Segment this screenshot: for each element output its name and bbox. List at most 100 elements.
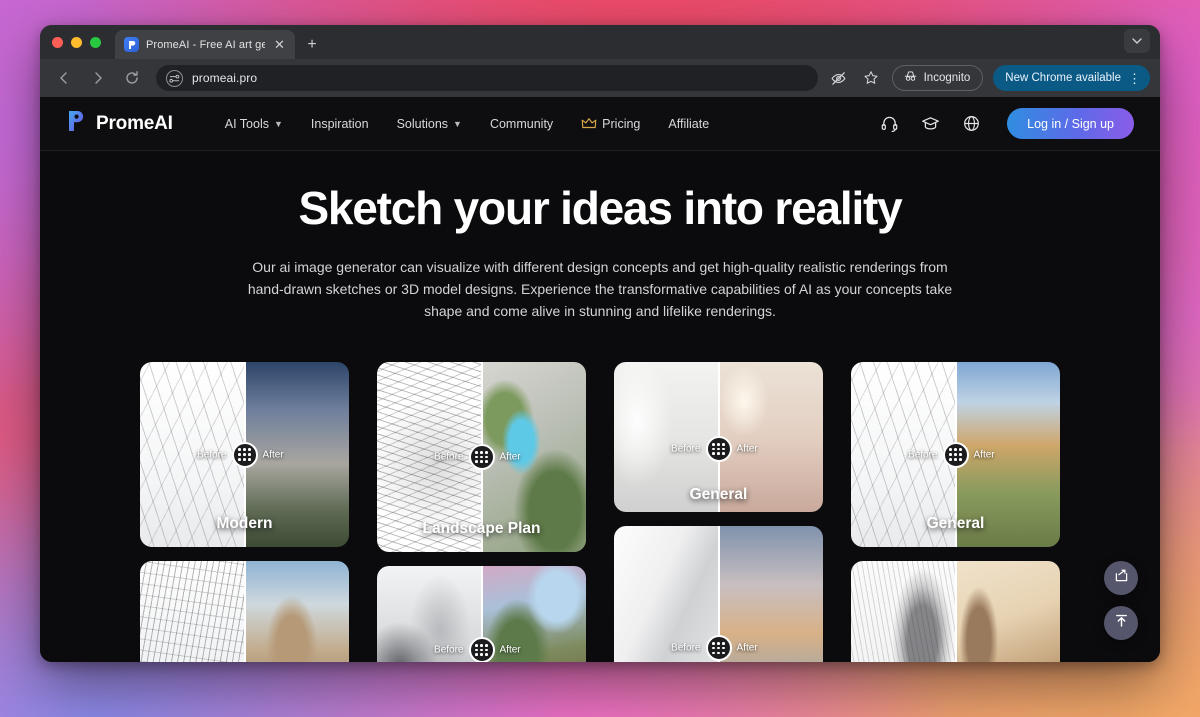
kebab-menu-icon[interactable]: ⋮ [1128,72,1141,85]
plus-icon[interactable]: + [299,30,325,59]
after-image [955,561,1060,662]
tune-icon[interactable] [166,69,183,87]
gallery-column: Before After General Before After [614,362,823,662]
before-image [377,566,482,662]
after-label: After [262,449,284,460]
star-icon[interactable] [860,67,882,89]
graduation-cap-icon[interactable] [921,114,940,133]
drag-handle-grid-icon[interactable] [468,637,495,662]
after-label: After [499,451,521,463]
nav-label: AI Tools [224,116,269,131]
nav-item-ai-tools[interactable]: AI Tools ▼ [225,117,283,131]
incognito-label: Incognito [923,72,971,84]
after-image [718,526,823,662]
before-label: Before [671,642,701,654]
after-label: After [736,443,758,455]
share-button[interactable] [1104,561,1138,595]
forward-arrow-icon[interactable] [86,66,110,90]
eye-slash-icon[interactable] [828,67,850,89]
site-navbar: PromeAI AI Tools ▼ Inspiration Solutions… [40,97,1160,151]
login-signup-button[interactable]: Log in / Sign up [1007,108,1134,139]
chrome-update-button[interactable]: New Chrome available ⋮ [993,65,1150,91]
after-label: After [736,642,758,654]
drag-handle-grid-icon[interactable] [705,436,732,462]
showcase-card-pirate[interactable]: Before After [140,561,349,662]
nav-label: Solutions [396,116,449,131]
before-label: Before [671,443,701,455]
back-arrow-icon[interactable] [52,66,76,90]
comparison-divider [954,561,957,662]
scroll-to-top-button[interactable] [1104,606,1138,640]
window-controls [52,25,115,59]
incognito-hat-icon [903,69,918,87]
showcase-card-house[interactable]: Before After [614,526,823,662]
arrow-up-icon [1113,612,1130,634]
browser-toolbar: promeai.pro Incognito New Chrome availab… [40,59,1160,97]
showcase-card-modern[interactable]: Before After Modern [140,362,349,547]
maximize-window-button[interactable] [90,36,101,48]
before-label: Before [197,449,227,460]
showcase-card-fashion-model[interactable] [851,561,1060,662]
nav-label: Community [489,116,554,131]
chevron-down-icon[interactable] [1124,29,1150,53]
web-page-content: PromeAI AI Tools ▼ Inspiration Solutions… [40,97,1160,662]
hero-subtitle: Our ai image generator can visualize wit… [247,258,953,319]
drag-handle-grid-icon[interactable] [705,635,732,662]
promeai-favicon-icon [124,37,139,52]
nav-label: Affiliate [668,116,710,131]
nav-item-community[interactable]: Community [490,117,553,131]
promeai-logo-icon [64,109,88,138]
hero-section: Sketch your ideas into reality Our ai im… [40,151,1160,326]
browser-tab-title: PromeAI - Free AI art generat [146,38,265,51]
card-title: General [926,515,985,532]
drag-handle-grid-icon[interactable] [231,441,258,468]
minimize-window-button[interactable] [71,36,82,48]
before-label: Before [908,449,938,460]
browser-window: PromeAI - Free AI art generat ✕ + [40,25,1160,662]
after-image [481,566,586,662]
globe-language-icon[interactable] [962,114,981,133]
gallery-column: Before After Landscape Plan Before After [377,362,586,662]
reload-icon[interactable] [120,66,144,90]
browser-tab-strip: PromeAI - Free AI art generat ✕ + [40,25,1160,59]
gallery-column: Before After Modern Before After [140,362,349,662]
brand-name: PromeAI [96,112,173,134]
nav-item-pricing[interactable]: Pricing [581,117,640,131]
address-bar[interactable]: promeai.pro [156,65,818,91]
site-nav-actions: Log in / Sign up [880,108,1134,139]
browser-tab-active[interactable]: PromeAI - Free AI art generat ✕ [115,30,295,59]
chrome-update-label: New Chrome available [1005,72,1121,84]
floating-action-buttons [1104,561,1138,640]
before-image [140,561,245,662]
showcase-card-game-scene-design[interactable]: Before After Game Scene Design [377,566,586,662]
after-label: After [499,644,521,656]
card-title: Modern [216,515,273,532]
share-icon [1113,567,1130,589]
close-window-button[interactable] [52,36,63,48]
incognito-indicator[interactable]: Incognito [891,65,984,91]
site-nav-links: AI Tools ▼ Inspiration Solutions ▼ Commu… [225,117,709,131]
comparison-divider [243,561,246,662]
drag-handle-grid-icon[interactable] [468,444,495,470]
showcase-card-general-building[interactable]: Before After General [851,362,1060,547]
before-label: Before [434,644,464,656]
drag-handle-grid-icon[interactable] [942,441,969,468]
crown-icon [581,117,597,130]
nav-label: Inspiration [310,116,369,131]
chevron-down-icon: ▼ [453,118,462,129]
gallery-column: Before After General [851,362,1060,662]
chevron-down-icon: ▼ [273,118,283,129]
showcase-card-landscape-plan[interactable]: Before After Landscape Plan [377,362,586,552]
before-image [851,561,956,662]
nav-item-affiliate[interactable]: Affiliate [668,117,709,131]
brand-logo[interactable]: PromeAI [64,109,173,138]
showcase-gallery: Before After Modern Before After Landsca… [40,362,1160,662]
nav-item-inspiration[interactable]: Inspiration [311,117,369,131]
after-image [244,561,349,662]
before-image [614,526,719,662]
nav-item-solutions[interactable]: Solutions ▼ [397,117,462,131]
close-icon[interactable]: ✕ [272,37,287,52]
showcase-card-general-interior[interactable]: Before After General [614,362,823,512]
headset-support-icon[interactable] [880,114,899,133]
address-bar-url: promeai.pro [192,71,258,85]
